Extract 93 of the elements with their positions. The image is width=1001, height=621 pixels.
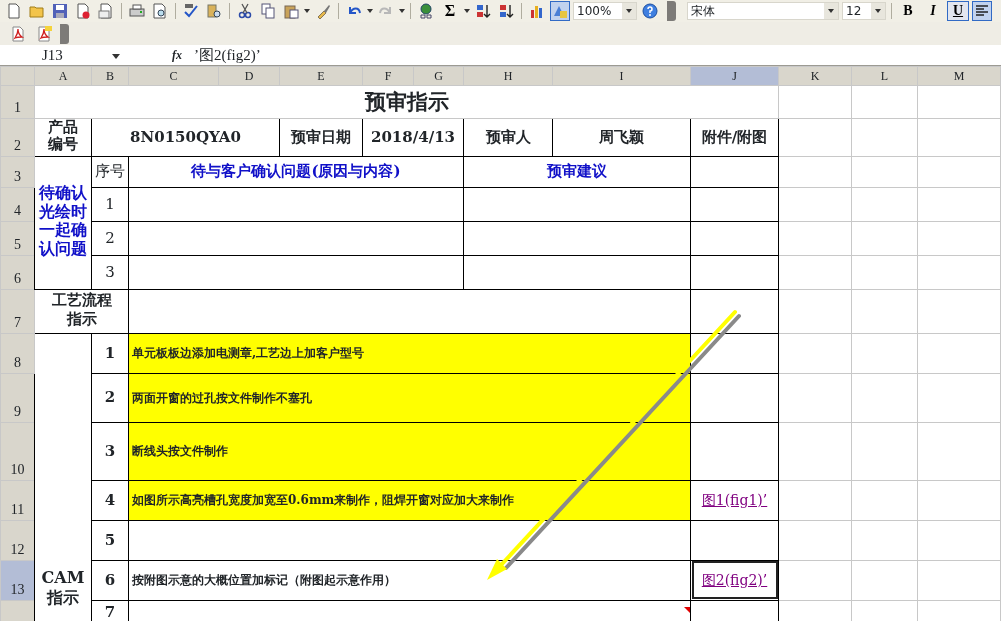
product-label: 产品编号	[48, 119, 78, 152]
copy-icon[interactable]	[260, 3, 276, 19]
pending-section-label: 待确认光绘时一起确认问题	[39, 184, 87, 258]
sheet-title: 预审指示	[364, 89, 449, 114]
dropdown-button[interactable]	[622, 3, 636, 19]
new-document-icon[interactable]	[6, 3, 22, 19]
cam-section-label: CAM 指示	[40, 568, 86, 607]
item-number-cell: 5	[91, 520, 129, 560]
column-header[interactable]: H	[463, 66, 553, 86]
bar-chart-icon[interactable]	[529, 3, 545, 19]
pdf-icon[interactable]	[10, 25, 26, 42]
dropdown-button[interactable]	[871, 3, 885, 19]
reviewer-name: 周飞颖	[552, 118, 691, 156]
date-label: 预审日期	[279, 118, 363, 156]
document-stop-icon[interactable]	[75, 3, 91, 19]
row-header[interactable]: 5	[0, 221, 35, 255]
reviewer-label: 预审人	[463, 118, 553, 156]
review-date: 2018/4/13	[362, 118, 464, 156]
comment-marker-icon[interactable]	[684, 607, 690, 613]
paste-icon[interactable]	[283, 3, 299, 19]
column-header[interactable]: G	[413, 66, 464, 86]
row-header[interactable]: 7	[0, 289, 35, 333]
sequence-header: 序号	[91, 156, 129, 187]
question-header: 待与客户确认问题(原因与内容)	[128, 156, 464, 187]
row-number-cell: 1	[91, 187, 129, 221]
dropdown-arrow-icon	[828, 9, 834, 13]
autosum-button[interactable]: Σ	[439, 1, 461, 21]
attachment-header: 附件/附图	[690, 118, 779, 156]
save-icon[interactable]	[52, 3, 68, 19]
instruction-text: 如图所示高亮槽孔宽度加宽至0.6mm来制作，阻焊开窗对应加大来制作	[128, 480, 691, 520]
instruction-text: 断线头按文件制作	[128, 422, 691, 480]
dropdown-arrow-icon	[875, 9, 881, 13]
row-number-cell: 3	[91, 255, 129, 289]
font-size-combo[interactable]: 12	[842, 2, 886, 20]
item-number-cell: 6	[91, 560, 129, 600]
bold-button[interactable]: B	[897, 1, 919, 21]
item-number-cell: 3	[91, 422, 129, 480]
zoom-combo[interactable]: 100%	[573, 2, 637, 20]
font-name-combo[interactable]: 宋体	[687, 2, 839, 20]
italic-button[interactable]: I	[922, 1, 944, 21]
column-header[interactable]: E	[279, 66, 363, 86]
item-number-cell: 1	[91, 333, 129, 373]
help-icon[interactable]	[642, 3, 658, 19]
column-header[interactable]: I	[552, 66, 691, 86]
column-header[interactable]: B	[91, 66, 129, 86]
sort-ascending-icon[interactable]	[475, 3, 491, 19]
underline-button[interactable]: U	[947, 1, 969, 21]
document-mail-icon[interactable]	[98, 3, 114, 19]
formula-text: ’图2(fig2)’	[194, 45, 261, 65]
column-header[interactable]: J	[690, 66, 779, 86]
row-header[interactable]: 12	[0, 520, 35, 560]
advice-header: 预审建议	[463, 156, 691, 187]
drawing-toggle-button[interactable]	[550, 1, 570, 21]
book-search-icon[interactable]	[206, 3, 222, 19]
column-header[interactable]: F	[362, 66, 414, 86]
row-header[interactable]: 11	[0, 480, 35, 520]
print-preview-icon[interactable]	[152, 3, 168, 19]
row-header[interactable]: 13	[0, 560, 35, 600]
instruction-text: 两面开窗的过孔按文件制作不塞孔	[128, 373, 691, 422]
globe-link-icon[interactable]	[418, 3, 434, 19]
row-header[interactable]: 10	[0, 422, 35, 480]
format-brush-icon[interactable]	[315, 3, 331, 19]
column-header[interactable]: K	[778, 66, 852, 86]
row-header[interactable]: 2	[0, 118, 35, 156]
product-code: 8N0150QYA0	[91, 118, 280, 156]
row-header[interactable]: 9	[0, 373, 35, 422]
row-header[interactable]: 4	[0, 187, 35, 221]
toolbar-options-icon[interactable]	[60, 23, 69, 44]
row-header[interactable]: 8	[0, 333, 35, 373]
name-box[interactable]: J13	[0, 45, 150, 65]
process-label: 工艺流程指示	[51, 291, 112, 329]
row-header[interactable]: 3	[0, 156, 35, 187]
column-header[interactable]: C	[128, 66, 219, 86]
column-header[interactable]: M	[917, 66, 1001, 86]
row-header[interactable]: 1	[0, 85, 35, 118]
item-number-cell: 4	[91, 480, 129, 520]
column-header[interactable]: A	[34, 66, 92, 86]
spelling-check-icon[interactable]	[183, 3, 199, 19]
dropdown-arrow-icon[interactable]	[112, 53, 120, 59]
pdf-comment-icon[interactable]	[36, 25, 52, 42]
instruction-text: 单元板板边添加电测章,工艺边上加客户型号	[128, 333, 691, 373]
function-label[interactable]: fx	[172, 46, 182, 64]
sort-descending-icon[interactable]	[498, 3, 514, 19]
row-number-cell: 2	[91, 221, 129, 255]
column-header[interactable]: L	[851, 66, 918, 86]
row-header[interactable]: 6	[0, 255, 35, 289]
print-icon[interactable]	[129, 3, 145, 19]
column-header[interactable]: D	[218, 66, 280, 86]
item-number-cell: 2	[91, 373, 129, 422]
cut-icon[interactable]	[237, 3, 253, 19]
align-left-icon[interactable]	[974, 3, 990, 19]
dropdown-arrow-icon	[626, 9, 632, 13]
dropdown-button[interactable]	[824, 3, 838, 19]
